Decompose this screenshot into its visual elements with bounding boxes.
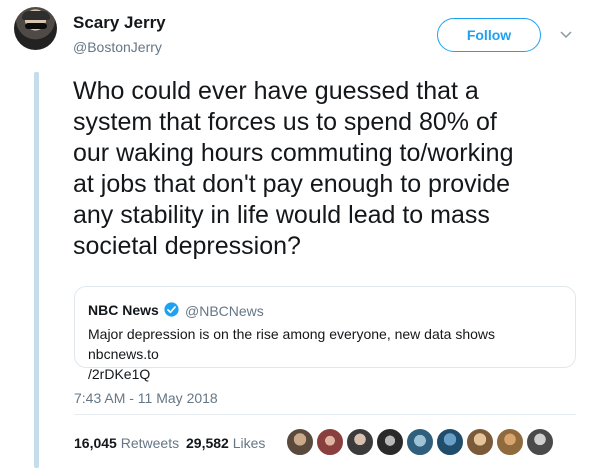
quoted-tweet-text: Major depression is on the rise among ev… bbox=[88, 326, 495, 382]
liker-avatar[interactable] bbox=[406, 428, 434, 456]
retweets-label: Retweets bbox=[120, 435, 180, 451]
liker-avatar[interactable] bbox=[316, 428, 344, 456]
liker-avatar[interactable] bbox=[286, 428, 314, 456]
follow-button[interactable]: Follow bbox=[437, 18, 541, 52]
quoted-author-handle: @NBCNews bbox=[185, 303, 264, 319]
likes-count: 29,582 bbox=[186, 435, 229, 451]
chevron-down-icon[interactable] bbox=[560, 28, 572, 40]
avatar-glasses bbox=[25, 23, 47, 29]
divider bbox=[74, 414, 576, 415]
liker-avatar[interactable] bbox=[526, 428, 554, 456]
thread-line bbox=[34, 72, 39, 468]
verified-icon bbox=[164, 302, 179, 317]
liker-avatar[interactable] bbox=[376, 428, 404, 456]
avatar-hat bbox=[22, 11, 50, 20]
retweets-count: 16,045 bbox=[74, 435, 117, 451]
liker-avatar[interactable] bbox=[346, 428, 374, 456]
retweets-stat[interactable]: 16,045 Retweets bbox=[74, 435, 179, 451]
likes-label: Likes bbox=[232, 435, 266, 451]
liker-avatar[interactable] bbox=[436, 428, 464, 456]
likes-stat[interactable]: 29,582 Likes bbox=[186, 435, 265, 451]
quoted-author-name: NBC News bbox=[88, 302, 159, 318]
quoted-tweet[interactable]: NBC News @NBCNews Major depression is on… bbox=[74, 286, 576, 382]
tweet-text: Who could ever have guessed that a syste… bbox=[73, 77, 514, 260]
author-handle[interactable]: @BostonJerry bbox=[73, 39, 162, 55]
tweet-timestamp[interactable]: 7:43 AM - 11 May 2018 bbox=[74, 390, 218, 406]
liker-avatar[interactable] bbox=[496, 428, 524, 456]
avatar[interactable] bbox=[14, 7, 57, 50]
liker-avatar[interactable] bbox=[466, 428, 494, 456]
author-name[interactable]: Scary Jerry bbox=[73, 13, 166, 33]
